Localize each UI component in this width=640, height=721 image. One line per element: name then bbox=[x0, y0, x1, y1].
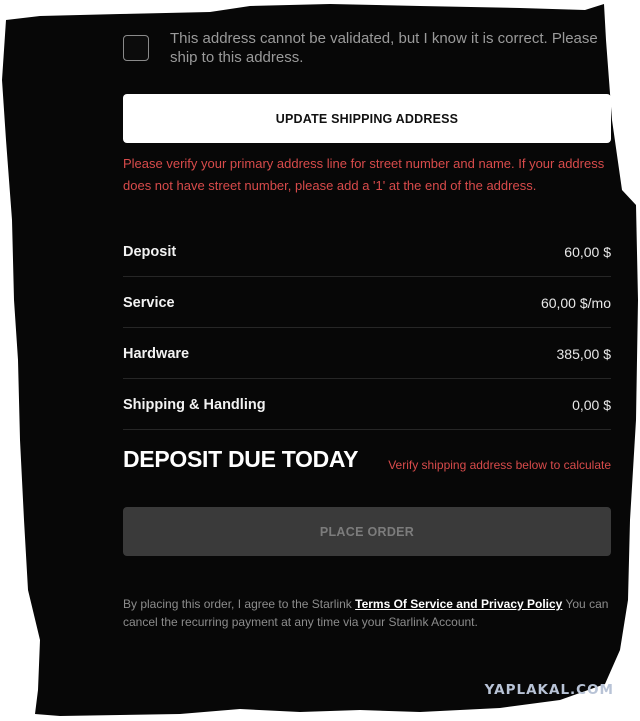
summary-label: Shipping & Handling bbox=[123, 396, 266, 413]
summary-value: 385,00 $ bbox=[556, 345, 612, 362]
address-override-label: This address cannot be validated, but I … bbox=[170, 30, 598, 66]
update-shipping-address-button[interactable]: UPDATE SHIPPING ADDRESS bbox=[123, 94, 611, 143]
legal-text: By placing this order, I agree to the St… bbox=[123, 595, 611, 631]
summary-row-service: Service 60,00 $/mo bbox=[123, 278, 611, 328]
summary-row-deposit: Deposit 60,00 $ bbox=[123, 227, 611, 277]
watermark: YAPLAKAL.COM bbox=[484, 682, 614, 698]
summary-label: Service bbox=[123, 294, 175, 311]
summary-value: 0,00 $ bbox=[572, 396, 611, 413]
terms-link[interactable]: Terms Of Service and Privacy Policy bbox=[355, 597, 562, 611]
summary-label: Hardware bbox=[123, 345, 190, 362]
address-warning-message: Please verify your primary address line … bbox=[123, 156, 605, 193]
summary-value: 60,00 $ bbox=[564, 243, 611, 260]
legal-prefix: By placing this order, I agree to the St… bbox=[123, 597, 352, 611]
deposit-due-note: Verify shipping address below to calcula… bbox=[388, 458, 611, 472]
address-override-checkbox[interactable] bbox=[123, 35, 149, 61]
summary-value: 60,00 $/mo bbox=[540, 294, 611, 311]
summary-row-shipping: Shipping & Handling 0,00 $ bbox=[123, 380, 611, 430]
place-order-button[interactable]: PLACE ORDER bbox=[123, 507, 611, 556]
summary-label: Deposit bbox=[123, 243, 177, 260]
summary-row-hardware: Hardware 385,00 $ bbox=[123, 329, 611, 379]
deposit-due-title: DEPOSIT DUE TODAY bbox=[123, 446, 359, 472]
